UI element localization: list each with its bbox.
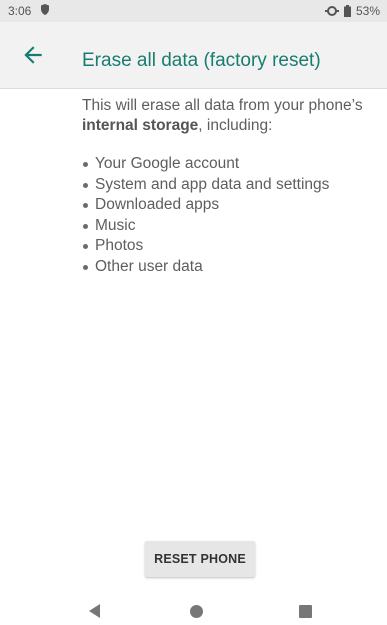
reset-phone-button[interactable]: RESET PHONE: [145, 541, 255, 577]
intro-text: This will erase all data from your phone…: [82, 96, 382, 136]
list-item: Your Google account: [82, 154, 382, 175]
page-title: Erase all data (factory reset): [82, 50, 321, 71]
intro-bold: internal storage: [82, 117, 199, 134]
content: This will erase all data from your phone…: [82, 96, 382, 277]
shield-icon: [41, 4, 49, 15]
list-item: System and app data and settings: [82, 175, 382, 196]
intro-prefix: This will erase all data from your phone…: [82, 97, 363, 114]
intro-suffix: , including:: [198, 117, 273, 134]
arrow-left-icon[interactable]: [20, 42, 46, 68]
nav-home-icon[interactable]: [190, 605, 203, 618]
list-item: Photos: [82, 236, 382, 257]
navigation-bar: [0, 595, 387, 625]
battery-percent: 53%: [355, 4, 380, 18]
list-item: Other user data: [82, 257, 382, 278]
erase-items-list: Your Google account System and app data …: [82, 154, 382, 277]
status-right-icons: 53%: [324, 4, 380, 18]
list-item: Downloaded apps: [82, 195, 382, 216]
nav-recents-icon[interactable]: [299, 605, 312, 618]
list-item: Music: [82, 216, 382, 237]
battery-icon: [343, 5, 351, 17]
data-saver-icon: [324, 6, 339, 16]
app-bar: Erase all data (factory reset): [0, 22, 387, 89]
status-time: 3:06: [8, 4, 32, 18]
status-bar: 3:06 53%: [0, 0, 387, 22]
nav-back-icon[interactable]: [89, 604, 100, 618]
